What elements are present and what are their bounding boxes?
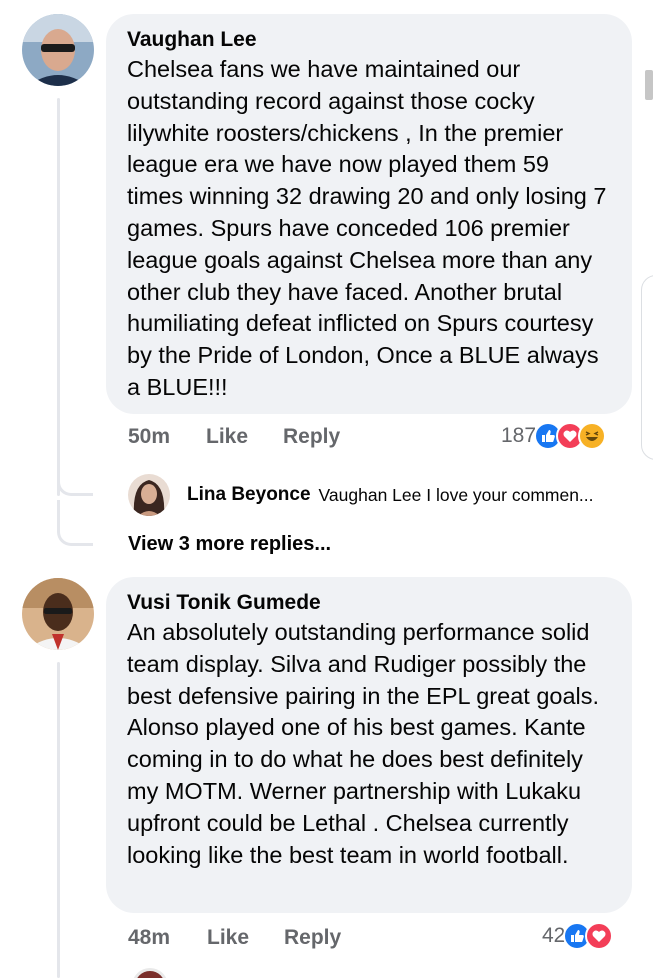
like-button[interactable]: Like <box>206 425 248 449</box>
comment-time[interactable]: 48m <box>128 926 170 950</box>
reaction-summary[interactable]: 42 <box>542 922 614 950</box>
like-button[interactable]: Like <box>207 926 249 950</box>
comment-author[interactable]: Vusi Tonik Gumede <box>127 589 610 617</box>
reply-item[interactable]: Lina Beyonce Vaughan Lee I love your com… <box>187 484 594 506</box>
reaction-summary[interactable]: 187 <box>501 422 607 450</box>
comment-time[interactable]: 50m <box>128 425 170 449</box>
love-icon <box>585 922 614 950</box>
scrollbar[interactable] <box>645 70 653 100</box>
side-panel-edge <box>641 275 653 460</box>
avatar[interactable] <box>22 578 94 650</box>
comment-bubble: Vusi Tonik Gumede An absolutely outstand… <box>106 577 632 913</box>
reaction-count: 42 <box>542 924 566 947</box>
reaction-count: 187 <box>501 424 537 447</box>
thread-line <box>57 98 60 496</box>
avatar[interactable] <box>22 14 94 86</box>
comment-text: An absolutely outstanding performance so… <box>127 619 600 868</box>
view-more-replies-link[interactable]: View 3 more replies... <box>128 533 331 556</box>
avatar[interactable] <box>132 968 168 978</box>
reply-text: Vaughan Lee I love your commen... <box>318 484 594 505</box>
reply-button[interactable]: Reply <box>283 425 340 449</box>
comment-author[interactable]: Vaughan Lee <box>127 26 610 54</box>
thread-connector <box>57 460 93 496</box>
comment-text: Chelsea fans we have maintained our outs… <box>127 56 607 400</box>
comment-actions: 48m Like Reply <box>128 926 368 954</box>
thread-connector <box>57 500 93 546</box>
comment-bubble: Vaughan Lee Chelsea fans we have maintai… <box>106 14 632 414</box>
reply-author[interactable]: Lina Beyonce <box>187 484 311 506</box>
comment-actions: 50m Like Reply <box>128 425 368 453</box>
reply-avatar[interactable] <box>128 474 170 516</box>
thread-line <box>57 662 60 978</box>
haha-icon <box>578 422 607 450</box>
reply-button[interactable]: Reply <box>284 926 341 950</box>
